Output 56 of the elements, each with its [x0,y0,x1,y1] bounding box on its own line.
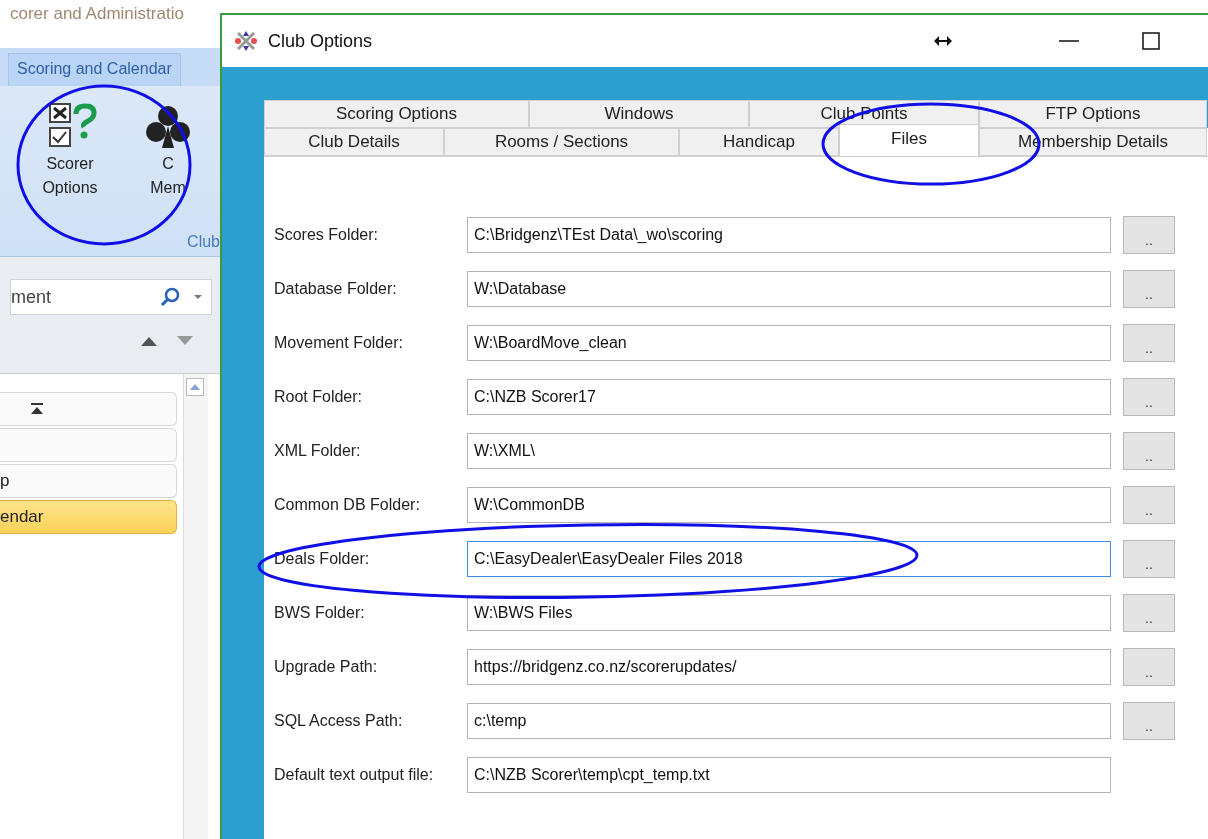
browse-button[interactable]: .. [1123,432,1175,470]
path-field[interactable]: C:\Bridgenz\TEst Data\_wo\scoring [467,217,1111,253]
search-icon[interactable] [159,286,181,308]
scrollbar[interactable] [183,374,208,839]
field-label: BWS Folder: [274,604,366,622]
scroll-up-icon[interactable] [186,378,204,396]
field-label: Root Folder: [274,388,364,406]
field-label: Scores Folder: [274,226,380,244]
field-label: Movement Folder: [274,334,404,352]
browse-button[interactable]: .. [1123,324,1175,362]
search-field[interactable]: ment [10,279,212,315]
browse-button[interactable]: .. [1123,270,1175,308]
tab[interactable]: Rooms / Sections [444,128,679,156]
jump-top-icon [30,403,44,415]
list-item[interactable]: endar [0,500,177,534]
path-field[interactable]: W:\XML\ [467,433,1111,469]
browse-button[interactable]: .. [1123,486,1175,524]
app-icon [234,29,258,53]
path-field[interactable]: W:\Database [467,271,1111,307]
browse-button[interactable]: .. [1123,702,1175,740]
tab[interactable]: Scoring Options [264,100,529,128]
path-field[interactable]: C:\NZB Scorer\temp\cpt_temp.txt [467,757,1111,793]
field-label: SQL Access Path: [274,712,404,730]
path-field[interactable]: W:\BWS Files [467,595,1111,631]
tab[interactable]: FTP Options [979,100,1207,128]
down-arrow-icon[interactable] [176,335,194,347]
window-title: Club Options [268,30,374,52]
path-field[interactable]: c:\temp [467,703,1111,739]
ribbon-button[interactable]: Scorer Options [38,100,102,228]
browse-button[interactable]: .. [1123,648,1175,686]
group-label: Club [187,233,220,251]
tab[interactable]: Windows [529,100,749,128]
browse-button[interactable]: .. [1123,594,1175,632]
tab[interactable]: Files [839,124,979,156]
app-title: corer and Administratio [0,0,220,48]
path-field[interactable]: W:\CommonDB [467,487,1111,523]
ribbon-tab[interactable]: Scoring and Calendar [8,53,181,86]
path-field[interactable]: C:\NZB Scorer17 [467,379,1111,415]
browse-button[interactable]: .. [1123,378,1175,416]
path-field[interactable]: https://bridgenz.co.nz/scorerupdates/ [467,649,1111,685]
resize-cursor-icon [933,35,953,47]
maximize-icon[interactable] [1142,32,1160,50]
browse-button[interactable]: .. [1123,216,1175,254]
tab[interactable]: Handicap [679,128,839,156]
tab[interactable]: Club Details [264,128,444,156]
path-field[interactable]: W:\BoardMove_clean [467,325,1111,361]
list-item[interactable]: p [0,464,177,498]
field-label: XML Folder: [274,442,362,460]
field-label: Upgrade Path: [274,658,379,676]
up-arrow-icon[interactable] [140,335,158,347]
field-label: Database Folder: [274,280,398,298]
field-label: Default text output file: [274,766,435,784]
path-field[interactable]: C:\EasyDealer\EasyDealer Files 2018 [467,541,1111,577]
browse-button[interactable]: .. [1123,540,1175,578]
field-label: Common DB Folder: [274,496,421,514]
ribbon-button[interactable]: C Mem [136,100,200,228]
